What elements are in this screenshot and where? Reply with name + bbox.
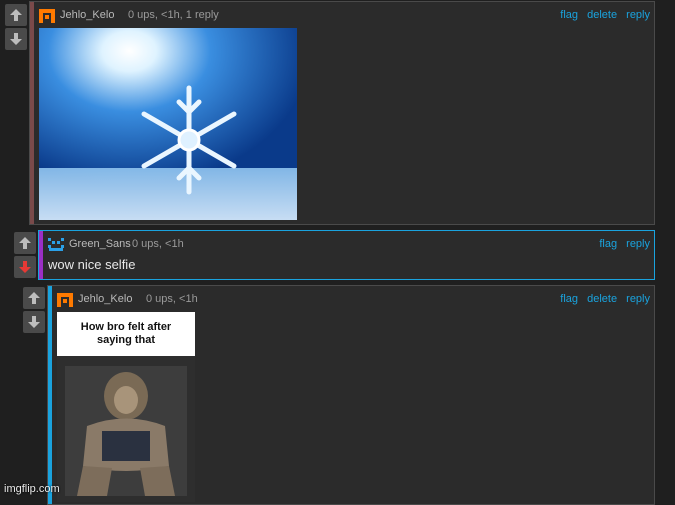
- flag-link[interactable]: flag: [560, 9, 578, 21]
- reply-link[interactable]: reply: [626, 293, 650, 305]
- lion-figure-graphic: [57, 356, 195, 502]
- downvote-button-3[interactable]: [23, 311, 45, 333]
- arrow-down-icon: [10, 33, 22, 45]
- author-link[interactable]: Green_Sans: [69, 238, 131, 250]
- imgflip-watermark: imgflip.com: [4, 483, 60, 495]
- thread-bar: [48, 286, 52, 504]
- comment-header: Jehlo_Kelo 0 ups, <1h flag delete reply: [56, 291, 650, 309]
- arrow-down-icon: [19, 261, 31, 273]
- upvote-button-3[interactable]: [23, 287, 45, 309]
- arrow-up-icon: [28, 292, 40, 304]
- snowflake-image[interactable]: [39, 28, 297, 220]
- comment-meta: 0 ups, <1h, 1 reply: [128, 9, 219, 21]
- arrow-up-icon: [19, 237, 31, 249]
- meme-image[interactable]: How bro felt after saying that: [57, 312, 195, 502]
- meme-caption-box: How bro felt after saying that: [57, 312, 195, 356]
- avatar[interactable]: [47, 236, 65, 254]
- delete-link[interactable]: delete: [587, 9, 617, 21]
- avatar[interactable]: [56, 291, 74, 309]
- comment-3: Jehlo_Kelo 0 ups, <1h flag delete reply …: [47, 285, 655, 505]
- arrow-down-icon: [28, 316, 40, 328]
- upvote-button-1[interactable]: [5, 4, 27, 26]
- comment-actions: flag reply: [593, 238, 650, 250]
- reply-link[interactable]: reply: [626, 9, 650, 21]
- comment-header: Green_Sans 0 ups, <1h flag reply: [47, 236, 650, 254]
- comment-meta: 0 ups, <1h: [132, 238, 184, 250]
- thread-bar: [39, 231, 43, 279]
- delete-link[interactable]: delete: [587, 293, 617, 305]
- comment-1: Jehlo_Kelo 0 ups, <1h, 1 reply flag dele…: [29, 1, 655, 225]
- thread-bar: [30, 2, 34, 224]
- comment-actions: flag delete reply: [554, 293, 650, 305]
- flag-link[interactable]: flag: [599, 238, 617, 250]
- comment-2: Green_Sans 0 ups, <1h flag reply wow nic…: [38, 230, 655, 280]
- comment-actions: flag delete reply: [554, 9, 650, 21]
- arrow-up-icon: [10, 9, 22, 21]
- comment-text: wow nice selfie: [48, 257, 136, 272]
- author-link[interactable]: Jehlo_Kelo: [60, 9, 114, 21]
- meme-caption: How bro felt after saying that: [80, 321, 172, 346]
- reply-link[interactable]: reply: [626, 238, 650, 250]
- upvote-button-2[interactable]: [14, 232, 36, 254]
- avatar[interactable]: [38, 7, 56, 25]
- author-link[interactable]: Jehlo_Kelo: [78, 293, 132, 305]
- comment-meta: 0 ups, <1h: [146, 293, 198, 305]
- flag-link[interactable]: flag: [560, 293, 578, 305]
- downvote-button-2[interactable]: [14, 256, 36, 278]
- comment-header: Jehlo_Kelo 0 ups, <1h, 1 reply flag dele…: [38, 7, 650, 25]
- downvote-button-1[interactable]: [5, 28, 27, 50]
